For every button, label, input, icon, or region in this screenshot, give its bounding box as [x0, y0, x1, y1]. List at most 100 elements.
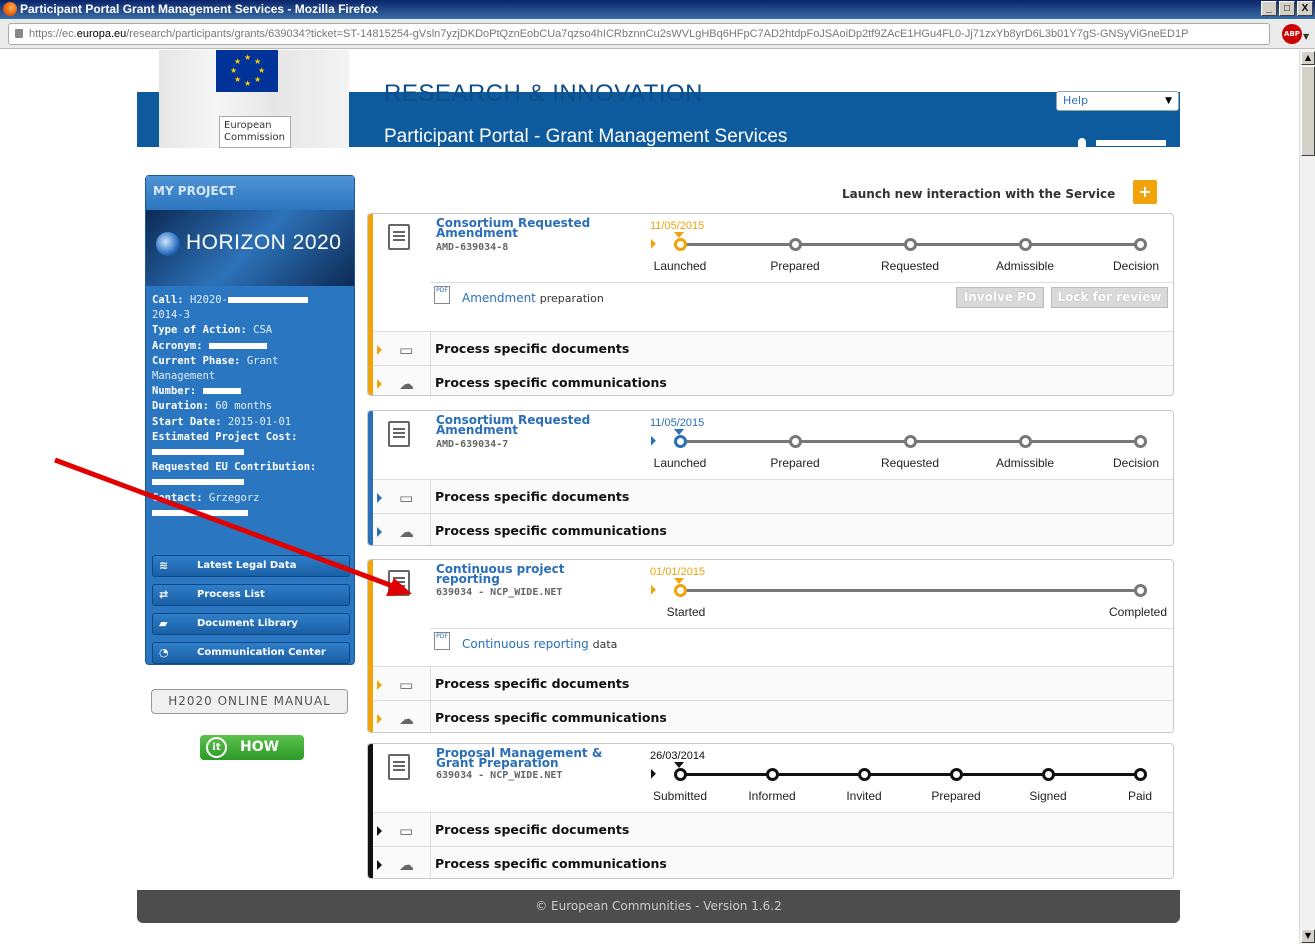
timeline-node	[1134, 584, 1147, 597]
row-divider	[430, 701, 431, 732]
latest-legal-data-label: Latest Legal Data	[197, 560, 297, 571]
card-reference: AMD-639034-8	[436, 242, 509, 253]
communications-row[interactable]: ☁ Process specific communications	[373, 513, 1173, 545]
edit-document-icon	[388, 421, 410, 447]
portal-page: ★ ★ ★ ★ ★ ★ ★ ★ European Commission RESEARCH …	[137, 50, 1180, 925]
timeline-node	[766, 768, 779, 781]
maximize-button[interactable]: □	[1279, 1, 1295, 16]
expand-arrow-icon	[377, 714, 382, 724]
process-timeline: 11/05/2015 ⏵ ⏴ Launched Prepared Request…	[646, 411, 1166, 479]
card-title[interactable]: Consortium Requested Amendment	[436, 217, 616, 239]
timeline-node	[674, 584, 687, 597]
globe-icon	[156, 232, 180, 256]
how-to-label: HOW TO	[240, 739, 280, 780]
url-path: /research/participants/grants/639034?tic…	[126, 28, 1189, 40]
pdf-document-icon: PDF	[434, 632, 450, 650]
minimize-button[interactable]: _	[1261, 1, 1277, 16]
process-card: Consortium Requested Amendment AMD-639034…	[367, 213, 1174, 396]
documents-row[interactable]: ▭ Process specific documents	[373, 479, 1173, 514]
card-icon	[373, 560, 430, 628]
process-list-icon: ⇄	[159, 588, 169, 601]
documents-row[interactable]: ▭ Process specific documents	[373, 331, 1173, 366]
chat-bubbles-icon: ☁	[399, 710, 414, 728]
timeline-label: Requested	[880, 456, 940, 470]
documents-label: Process specific documents	[435, 676, 630, 691]
url-prefix: https://ec.	[29, 28, 77, 40]
close-button[interactable]: X	[1297, 1, 1313, 16]
site-title[interactable]: RESEARCH & INNOVATION	[384, 80, 703, 108]
help-label: Help	[1063, 94, 1089, 107]
amendment-link-suffix: preparation	[539, 292, 604, 305]
redacted-acronym	[208, 342, 267, 349]
how-to-button[interactable]: it HOW TO	[200, 735, 304, 780]
documents-label: Process specific documents	[435, 822, 630, 837]
timeline-label: Prepared	[770, 456, 820, 470]
adblock-icon[interactable]: ABP	[1282, 24, 1302, 44]
lock-for-review-button[interactable]: Lock for review	[1051, 287, 1168, 308]
scroll-up-arrow-icon[interactable]: ▲	[1301, 51, 1315, 65]
communications-label: Process specific communications	[435, 710, 667, 725]
card-title[interactable]: Continuous project reporting	[436, 563, 616, 585]
timeline-label: Launched	[653, 259, 707, 273]
amendment-link[interactable]: Amendment preparation	[462, 291, 604, 305]
legal-data-icon: ≋	[159, 559, 169, 572]
timeline-label: Launched	[653, 456, 707, 470]
communications-row[interactable]: ☁ Process specific communications	[373, 846, 1173, 878]
timeline-label: Invited	[846, 789, 882, 803]
row-divider	[430, 847, 431, 878]
call-label: Call:	[152, 294, 184, 306]
ec-logo[interactable]: ★ ★ ★ ★ ★ ★ ★ ★ European Commission	[159, 50, 349, 148]
folder-icon: ▭	[399, 341, 414, 359]
browser-window: Participant Portal Grant Management Serv…	[0, 0, 1315, 944]
latest-legal-data-button[interactable]: ≋ Latest Legal Data	[152, 555, 350, 577]
contact-value: Grzegorz	[208, 491, 260, 504]
documents-row[interactable]: ▭ Process specific documents	[373, 812, 1173, 847]
window-title: Participant Portal Grant Management Serv…	[20, 2, 379, 16]
process-list-button[interactable]: ⇄ Process List	[152, 584, 350, 606]
document-library-button[interactable]: ▰ Document Library	[152, 613, 350, 635]
communication-center-label: Communication Center	[197, 647, 326, 658]
scroll-down-arrow-icon[interactable]: ▼	[1301, 929, 1315, 943]
timeline-node	[674, 768, 687, 781]
process-list-label: Process List	[197, 589, 265, 600]
vertical-scrollbar[interactable]: ▲ ▼	[1299, 50, 1315, 944]
type-value: CSA	[253, 324, 273, 337]
expand-arrow-icon	[377, 826, 382, 836]
communications-label: Process specific communications	[435, 523, 667, 538]
continuous-reporting-link[interactable]: Continuous reporting data	[462, 637, 617, 651]
process-timeline: 11/05/2015 ⏵ ⏴ Launched Prepared Request…	[646, 214, 1166, 282]
user-menu[interactable]	[1078, 136, 1166, 149]
involve-po-button[interactable]: Involve PO	[956, 287, 1044, 308]
card-title[interactable]: Proposal Management & Grant Preparation	[436, 747, 616, 769]
documents-row[interactable]: ▭ Process specific documents	[373, 666, 1173, 701]
timeline-label: Prepared	[770, 259, 820, 273]
chat-bubbles-icon: ◔	[159, 646, 169, 659]
row-divider	[430, 366, 431, 395]
launch-interaction-label: Launch new interaction with the Service	[842, 187, 1116, 201]
communications-row[interactable]: ☁ Process specific communications	[373, 700, 1173, 732]
user-icon	[1078, 138, 1086, 148]
url-field[interactable]: https://ec.europa.eu/research/participan…	[8, 23, 1270, 45]
communication-center-button[interactable]: ◔ Communication Center	[152, 642, 350, 664]
timeline-start-icon: ⏵	[650, 767, 657, 781]
duration-label: Duration:	[152, 400, 209, 413]
help-select[interactable]: Help ▼	[1056, 91, 1179, 111]
card-title[interactable]: Consortium Requested Amendment	[436, 414, 616, 436]
card-icon	[373, 411, 430, 479]
chat-bubbles-icon: ☁	[399, 523, 414, 541]
start-date-value: 2015-01-01	[227, 415, 292, 428]
chevron-down-icon[interactable]: ▼	[1303, 32, 1309, 41]
launch-interaction-button[interactable]: +	[1133, 180, 1157, 204]
scrollbar-thumb[interactable]	[1301, 66, 1315, 156]
card-icon	[373, 214, 430, 282]
redacted-contribution	[152, 479, 244, 486]
folder-icon: ▭	[399, 489, 414, 507]
timeline-start-icon: ⏵	[650, 434, 657, 448]
communications-row[interactable]: ☁ Process specific communications	[373, 365, 1173, 395]
report-document-icon	[388, 570, 410, 596]
firefox-icon	[3, 2, 17, 16]
handshake-document-icon	[388, 754, 410, 780]
type-label: Type of Action:	[152, 324, 247, 337]
online-manual-button[interactable]: H2020 ONLINE MANUAL	[151, 689, 348, 714]
sidebar-buttons: ≋ Latest Legal Data ⇄ Process List ▰ Docume…	[152, 555, 350, 671]
